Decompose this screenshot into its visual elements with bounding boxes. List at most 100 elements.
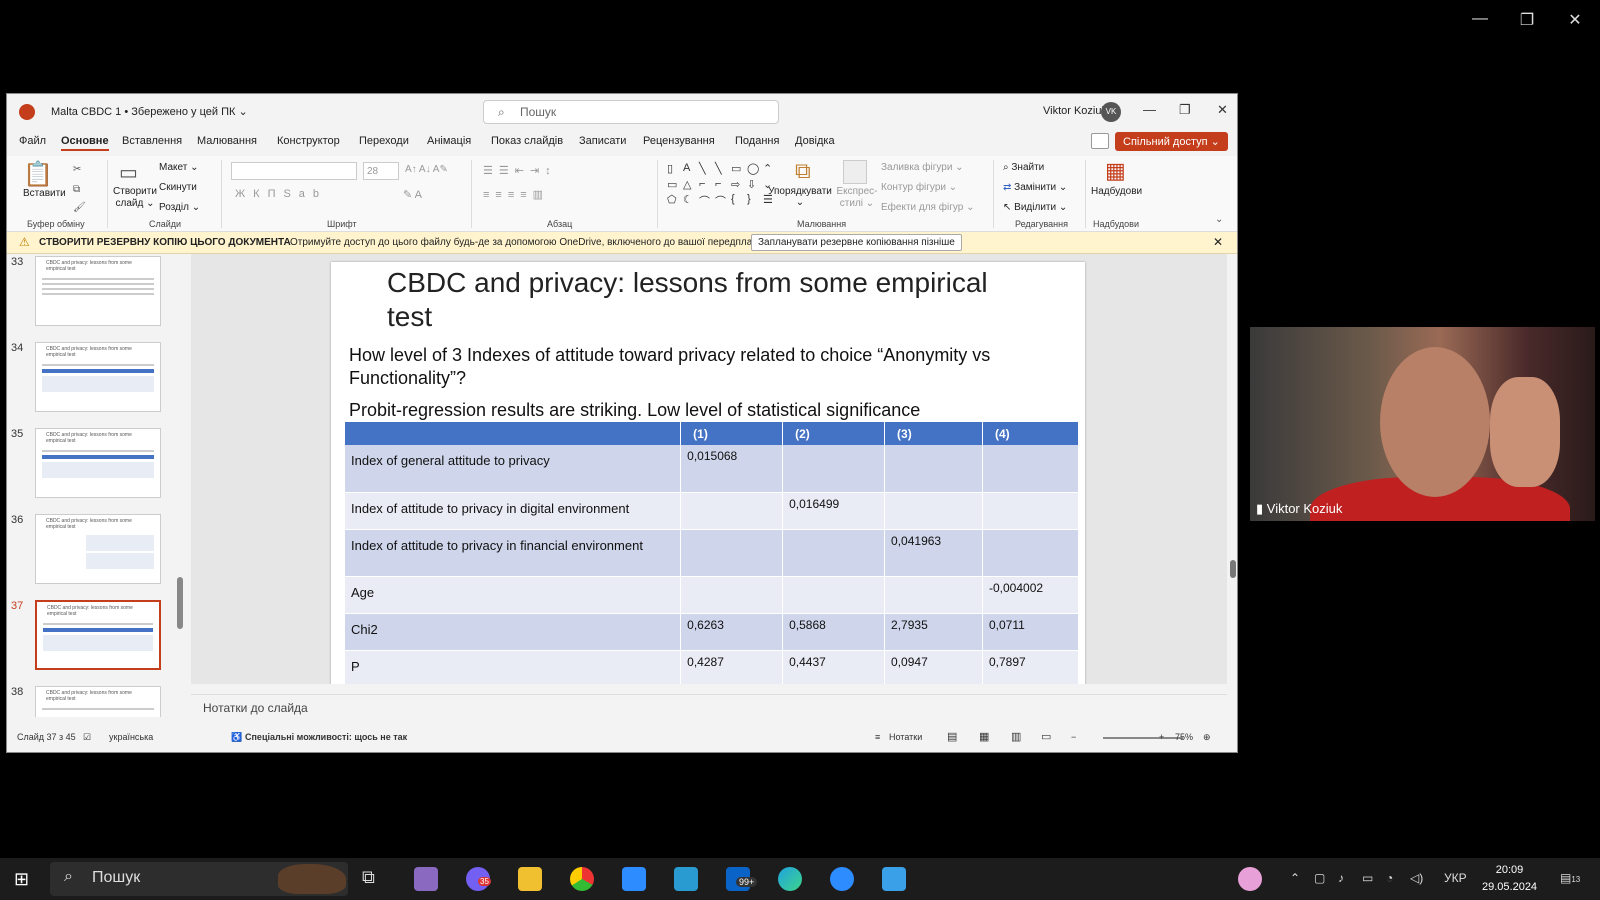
volume-icon[interactable]: ◁) bbox=[1410, 871, 1423, 885]
participant-video[interactable]: ▮ Viktor Koziuk bbox=[1250, 327, 1595, 521]
battery-icon[interactable]: ▭ bbox=[1362, 871, 1373, 885]
shape-fill-button[interactable]: Заливка фігури ⌄ bbox=[881, 162, 964, 173]
addins-button[interactable]: Надбудови bbox=[1091, 186, 1142, 197]
paste-icon[interactable]: 📋 bbox=[23, 160, 53, 189]
paste-button[interactable]: Вставити bbox=[23, 188, 66, 199]
zoom-out-icon[interactable]: − bbox=[1071, 732, 1076, 742]
shape-outline-button[interactable]: Контур фігури ⌄ bbox=[881, 182, 957, 193]
share-button[interactable]: Спільний доступ ⌄ bbox=[1115, 132, 1228, 151]
file-explorer-icon[interactable] bbox=[518, 867, 542, 891]
copy-icon[interactable]: ⧉ bbox=[73, 184, 80, 195]
slide-title[interactable]: CBDC and privacy: lessons from some empi… bbox=[387, 266, 1027, 334]
restore-button[interactable]: ❐ bbox=[1179, 102, 1191, 118]
language-indicator[interactable]: українська bbox=[109, 732, 153, 742]
paint-icon[interactable] bbox=[414, 867, 438, 891]
notice-close-icon[interactable]: ✕ bbox=[1213, 235, 1223, 249]
section-button[interactable]: Розділ ⌄ bbox=[159, 202, 200, 213]
close-button[interactable]: ✕ bbox=[1217, 102, 1228, 118]
zoom-in-icon[interactable]: + bbox=[1159, 732, 1164, 742]
wifi-icon[interactable]: ◔ bbox=[1386, 871, 1393, 885]
task-view-icon[interactable]: ⧉ bbox=[362, 867, 386, 891]
edge-icon[interactable] bbox=[778, 867, 802, 891]
fit-slide-icon[interactable]: ⊕ bbox=[1203, 732, 1211, 743]
normal-view-icon[interactable]: ▤ bbox=[947, 730, 957, 743]
slide-question[interactable]: How level of 3 Indexes of attitude towar… bbox=[349, 344, 1069, 390]
ribbon-collapse-icon[interactable]: ⌄ bbox=[1215, 214, 1223, 225]
user-name[interactable]: Viktor Koziuk bbox=[1043, 105, 1107, 117]
slide-thumbnail-35[interactable]: CBDC and privacy: lessons from some empi… bbox=[35, 428, 161, 498]
photos-icon[interactable] bbox=[674, 867, 698, 891]
zoom-active-icon[interactable] bbox=[830, 867, 854, 891]
list-icons[interactable]: ☰☰⇤⇥↕ bbox=[483, 164, 557, 177]
tab-file[interactable]: Файл bbox=[19, 135, 46, 147]
notes-icon[interactable]: ≡ bbox=[875, 732, 880, 742]
slide-result[interactable]: Probit-regression results are striking. … bbox=[349, 400, 1069, 421]
slide-scrollbar[interactable] bbox=[1227, 254, 1237, 684]
zoom-slider[interactable] bbox=[1103, 737, 1183, 739]
minimize-button[interactable]: — bbox=[1143, 102, 1156, 117]
accessibility-status[interactable]: Спеціальні можливості: щось не так bbox=[245, 732, 407, 742]
host-minimize-button[interactable]: — bbox=[1465, 10, 1495, 28]
slide-sorter-icon[interactable]: ▦ bbox=[979, 730, 989, 743]
font-size-select[interactable]: 28 bbox=[363, 162, 399, 180]
tab-view[interactable]: Подання bbox=[735, 135, 779, 147]
tab-record[interactable]: Записати bbox=[579, 135, 626, 147]
tab-animation[interactable]: Анімація bbox=[427, 135, 471, 147]
notes-pane[interactable]: Нотатки до слайда bbox=[191, 694, 1227, 718]
snipping-tool-icon[interactable] bbox=[882, 867, 906, 891]
search-input[interactable]: ⌕ Пошук bbox=[483, 100, 779, 124]
addins-icon[interactable]: ▦ bbox=[1105, 158, 1126, 184]
slideshow-icon[interactable]: ▭ bbox=[1041, 730, 1051, 743]
zoom-meetings-icon[interactable] bbox=[622, 867, 646, 891]
tab-design[interactable]: Конструктор bbox=[277, 135, 340, 147]
tab-transitions[interactable]: Переходи bbox=[359, 135, 409, 147]
shapes-gallery[interactable]: ▯ A ╲ ╲ ▭ ◯ ⌃ ▭ △ ⌐ ⌐ ⇨ ⇩ ⌄ ⬠ ☾ ⌒ ⌒{} ☰ bbox=[667, 162, 775, 210]
cut-icon[interactable]: ✂ bbox=[73, 164, 81, 175]
show-hidden-icons-icon[interactable]: ⌃ bbox=[1290, 871, 1300, 885]
slide-thumbnail-36[interactable]: CBDC and privacy: lessons from some empi… bbox=[35, 514, 161, 584]
arrange-icon[interactable]: ⧉ bbox=[795, 158, 811, 184]
slide-thumbnail-33[interactable]: CBDC and privacy: lessons from some empi… bbox=[35, 256, 161, 326]
microphone-icon[interactable]: ♪ bbox=[1338, 871, 1344, 885]
font-style-icons[interactable]: ЖКПSab bbox=[235, 188, 327, 200]
new-slide-button[interactable]: Створити слайд ⌄ bbox=[111, 186, 159, 210]
mail-icon[interactable]: 99+ bbox=[726, 867, 758, 891]
avatar[interactable]: VK bbox=[1101, 102, 1121, 122]
document-title[interactable]: Malta CBDC 1 • Збережено у цей ПК ⌄ bbox=[51, 105, 248, 118]
schedule-backup-button[interactable]: Запланувати резервне копіювання пізніше bbox=[751, 234, 962, 251]
chrome-icon[interactable] bbox=[570, 867, 594, 891]
tab-help[interactable]: Довідка bbox=[795, 135, 835, 147]
scrollbar-thumb[interactable] bbox=[1230, 560, 1236, 578]
zoom-level[interactable]: 75% bbox=[1175, 732, 1193, 742]
font-grow-icon[interactable]: A↑ A↓ A✎ bbox=[405, 164, 448, 175]
tab-review[interactable]: Рецензування bbox=[643, 135, 715, 147]
tab-insert[interactable]: Вставлення bbox=[122, 135, 182, 147]
current-slide[interactable]: CBDC and privacy: lessons from some empi… bbox=[331, 262, 1085, 684]
select-button[interactable]: ↖ Виділити ⌄ bbox=[1003, 202, 1067, 213]
tab-draw[interactable]: Малювання bbox=[197, 135, 257, 147]
new-slide-icon[interactable]: ▭ bbox=[119, 160, 138, 185]
notes-toggle[interactable]: Нотатки bbox=[889, 732, 922, 742]
font-family-select[interactable] bbox=[231, 162, 357, 180]
tab-slideshow[interactable]: Показ слайдів bbox=[491, 135, 563, 147]
windows-start-icon[interactable]: ⊞ bbox=[14, 869, 29, 890]
notifications-icon[interactable]: ▤13 bbox=[1560, 871, 1580, 885]
quick-styles-icon[interactable] bbox=[843, 160, 867, 184]
find-button[interactable]: ⌕ Знайти bbox=[1003, 162, 1044, 173]
weather-icon[interactable] bbox=[1238, 867, 1262, 891]
viber-icon[interactable]: 35 bbox=[466, 867, 491, 891]
accessibility-icon[interactable]: ♿ bbox=[231, 732, 242, 743]
slide-thumbnail-38[interactable]: CBDC and privacy: lessons from some empi… bbox=[35, 686, 161, 717]
highlight-icon[interactable]: ✎ A bbox=[403, 188, 422, 201]
format-painter-icon[interactable]: 🖌 bbox=[73, 202, 86, 213]
reset-button[interactable]: Скинути bbox=[159, 182, 197, 193]
tab-home[interactable]: Основне bbox=[61, 135, 109, 151]
slide-thumbnail-37[interactable]: CBDC and privacy: lessons from some empi… bbox=[35, 600, 161, 670]
shape-effects-button[interactable]: Ефекти для фігур ⌄ bbox=[881, 202, 974, 213]
reading-view-icon[interactable]: ▥ bbox=[1011, 730, 1021, 743]
spellcheck-icon[interactable]: ☑ bbox=[83, 732, 91, 743]
regression-table[interactable]: (1) (2) (3) (4) Index of general attitud… bbox=[345, 422, 1079, 684]
system-clock[interactable]: 20:09 29.05.2024 bbox=[1482, 862, 1537, 896]
quick-styles-button[interactable]: Експрес-стилі ⌄ bbox=[835, 186, 879, 210]
host-restore-button[interactable]: ❐ bbox=[1512, 10, 1542, 30]
